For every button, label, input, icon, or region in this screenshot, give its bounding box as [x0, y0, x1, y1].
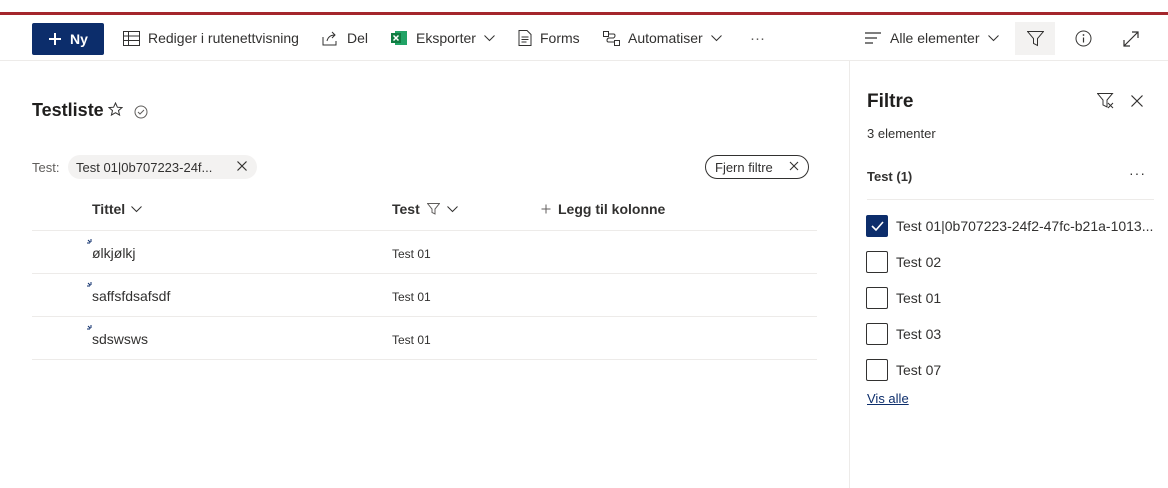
view-switcher-button[interactable]: Alle elementer: [865, 15, 999, 61]
filter-section-more-button[interactable]: ···: [1129, 165, 1146, 181]
excel-icon: [391, 31, 407, 45]
table-row[interactable]: saffsfdsafsdf Test 01: [32, 274, 817, 317]
filter-option-label: Test 02: [896, 254, 942, 270]
filter-result-count: 3 elementer: [867, 126, 936, 141]
form-document-icon: [518, 30, 532, 46]
fullscreen-button[interactable]: [1115, 22, 1147, 55]
filter-option[interactable]: Test 07: [866, 359, 1156, 381]
flow-icon: [603, 30, 620, 46]
row-test-value: Test 01: [392, 333, 431, 347]
page-title: Testliste: [32, 100, 104, 120]
row-title[interactable]: saffsfdsafsdf: [92, 288, 170, 304]
close-icon: [789, 161, 799, 171]
automate-label: Automatiser: [628, 30, 703, 46]
checkmark-icon: [870, 221, 884, 231]
add-column-button[interactable]: Legg til kolonne: [541, 201, 665, 217]
more-commands-button[interactable]: ···: [750, 15, 765, 61]
filter-option-label: Test 01: [896, 290, 942, 306]
row-test-value: Test 01: [392, 290, 431, 304]
filter-option-label: Test 03: [896, 326, 942, 342]
checkbox[interactable]: [866, 359, 888, 381]
chevron-down-icon: [484, 34, 495, 41]
plus-icon: [541, 204, 551, 214]
filter-option[interactable]: Test 03: [866, 323, 1156, 345]
expand-icon: [1123, 30, 1139, 47]
column-header-title[interactable]: Tittel: [92, 201, 143, 217]
chevron-down-icon: [446, 205, 458, 212]
forms-label: Forms: [540, 30, 580, 46]
grid-edit-button[interactable]: Rediger i rutenettvisning: [123, 15, 299, 61]
filter-pane-title: Filtre: [867, 91, 914, 112]
plus-icon: [49, 33, 62, 45]
filter-icon: [426, 203, 440, 215]
table-row[interactable]: ølkjølkj Test 01: [32, 231, 817, 274]
filter-icon: [1026, 30, 1044, 46]
filter-section-label: Test (1): [867, 169, 913, 184]
add-column-label: Legg til kolonne: [558, 201, 666, 217]
table-row[interactable]: sdswsws Test 01: [32, 317, 817, 360]
star-icon[interactable]: [108, 102, 123, 117]
info-icon: [1075, 30, 1091, 47]
filter-option[interactable]: Test 01: [866, 287, 1156, 309]
export-label: Eksporter: [416, 30, 476, 46]
grid-icon: [123, 30, 140, 46]
row-title[interactable]: sdswsws: [92, 331, 148, 347]
checkbox-checked[interactable]: [866, 215, 888, 237]
new-button-label: Ny: [70, 31, 88, 47]
grid-edit-label: Rediger i rutenettvisning: [148, 30, 299, 46]
filter-option[interactable]: Test 02: [866, 251, 1156, 273]
column-header-title-label: Tittel: [92, 201, 126, 217]
check-circle-icon: [134, 105, 148, 119]
filter-option-label: Test 01|0b707223-24f2-47fc-b21a-1013...: [896, 218, 1154, 234]
filter-option-label: Test 07: [896, 362, 942, 378]
checkbox[interactable]: [866, 251, 888, 273]
see-all-link[interactable]: Vis alle: [867, 391, 909, 406]
filter-pill[interactable]: Test 01|0b707223-24f...: [68, 155, 257, 179]
filter-option[interactable]: Test 01|0b707223-24f2-47fc-b21a-1013...: [866, 215, 1156, 237]
chevron-down-icon: [131, 205, 143, 212]
info-button[interactable]: [1067, 22, 1099, 55]
automate-button[interactable]: Automatiser: [603, 15, 722, 61]
close-icon[interactable]: [1131, 95, 1143, 107]
row-test-value: Test 01: [392, 247, 431, 261]
filter-pane: Filtre 3 elementer Test (1) ··· Test 01|…: [849, 61, 1168, 488]
chevron-down-icon: [987, 34, 999, 41]
filter-pane-button[interactable]: [1015, 22, 1055, 55]
more-icon: ···: [750, 29, 765, 47]
view-lines-icon: [865, 32, 881, 44]
chevron-down-icon: [710, 34, 722, 41]
clear-filter-icon[interactable]: [1097, 93, 1114, 109]
row-title[interactable]: ølkjølkj: [92, 245, 136, 261]
checkbox[interactable]: [866, 323, 888, 345]
export-button[interactable]: Eksporter: [391, 15, 495, 61]
command-bar: Ny Rediger i rutenettvisning Del Eksport…: [0, 15, 1168, 61]
column-header-test-label: Test: [392, 201, 420, 217]
clear-filters-label: Fjern filtre: [715, 159, 773, 175]
view-label: Alle elementer: [890, 30, 980, 46]
remove-filter-icon[interactable]: [236, 160, 248, 172]
forms-button[interactable]: Forms: [518, 15, 580, 61]
checkbox[interactable]: [866, 287, 888, 309]
share-button[interactable]: Del: [322, 15, 368, 61]
column-header-test[interactable]: Test: [392, 201, 458, 217]
filter-pill-value: Test 01|0b707223-24f...: [76, 159, 213, 175]
filter-section-divider: [867, 199, 1154, 200]
share-label: Del: [347, 30, 369, 46]
filter-pill-label: Test:: [32, 160, 60, 175]
share-icon: [322, 31, 337, 45]
new-button[interactable]: Ny: [32, 23, 104, 55]
